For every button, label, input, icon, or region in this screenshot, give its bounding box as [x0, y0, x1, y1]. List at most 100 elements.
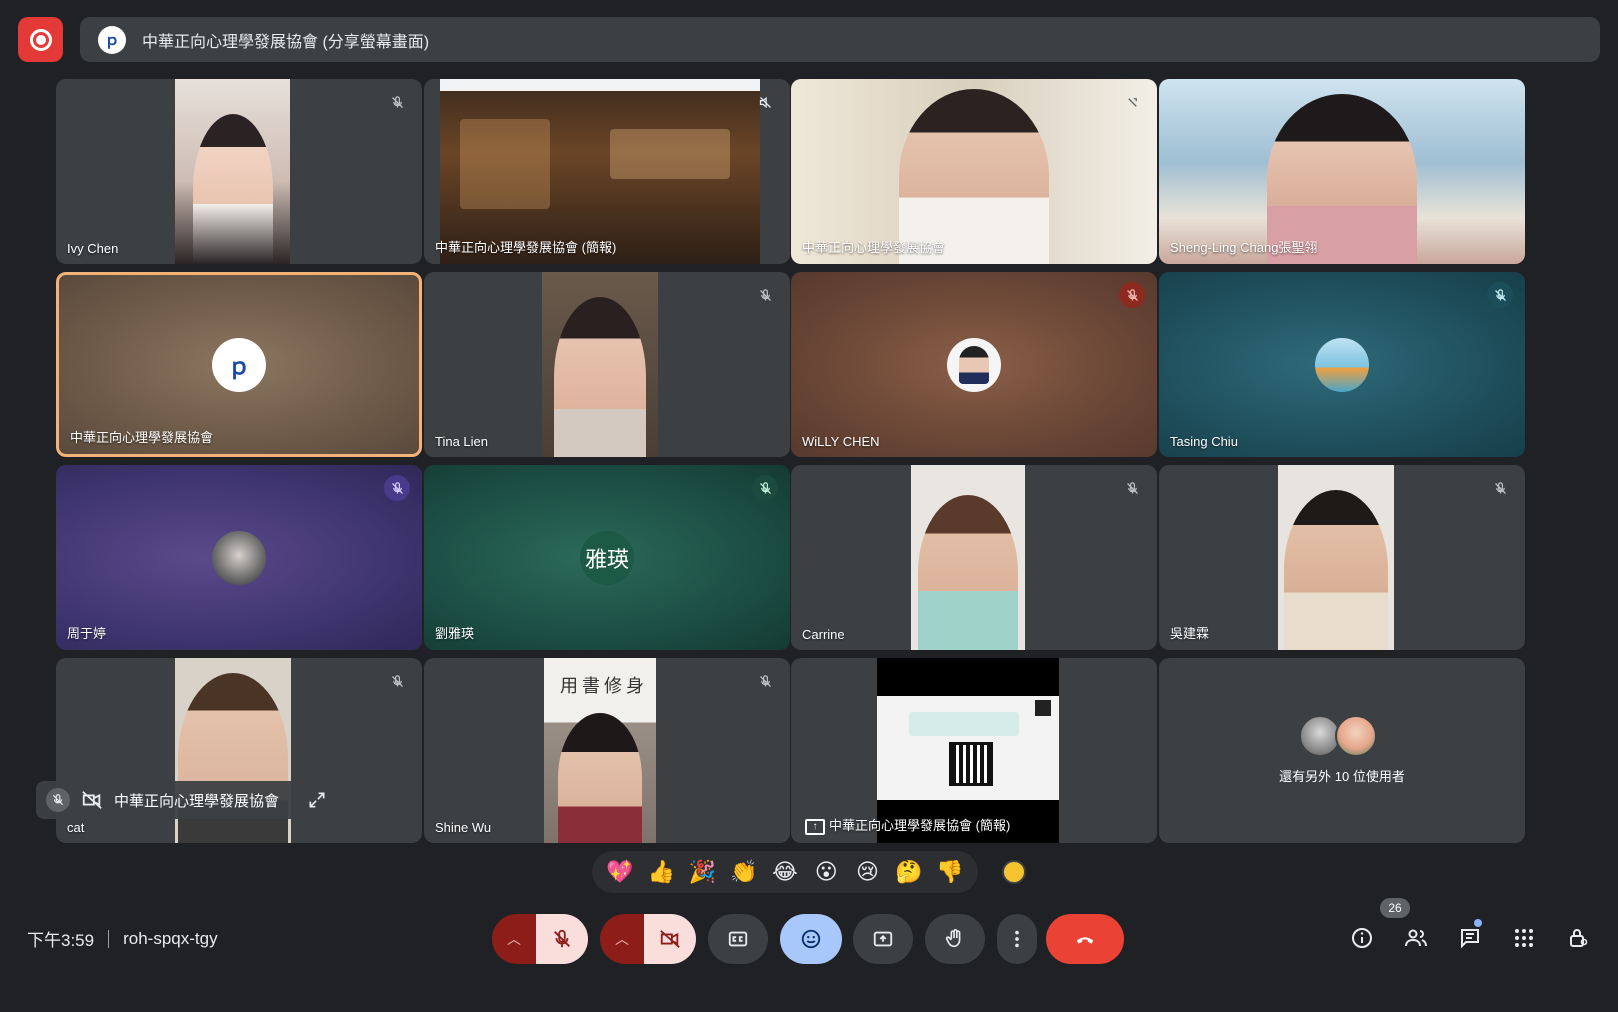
current-time: 下午3:59 — [27, 931, 95, 950]
avatar — [1315, 337, 1369, 392]
info-icon — [1352, 928, 1372, 948]
participant-name: 劉雅瑛 — [435, 626, 475, 641]
presentation-name: ↑ 中華正向心理學發展協會 (簡報) — [805, 815, 1010, 835]
muted-mic-icon — [1119, 282, 1145, 308]
closed-captions-icon — [728, 931, 748, 947]
participant-name: WiLLY CHEN — [802, 434, 880, 449]
chevron-up-icon: ︿ — [615, 931, 629, 947]
share-title: 中華正向心理學發展協會 (分享螢幕畫面) — [142, 33, 430, 51]
host-controls-lock-icon — [1570, 929, 1588, 947]
host-controls-button[interactable] — [1560, 920, 1596, 956]
participant-name: Tina Lien — [435, 434, 488, 449]
participant-tile[interactable]: 吳建霖 — [1159, 465, 1525, 650]
participant-video: 用書修身 — [544, 658, 656, 843]
reactions-bar: 💖 👍 🎉 👏 😂 😮 😢 🤔 👎 — [592, 851, 978, 893]
reaction-thumbs-down[interactable]: 👎 — [932, 861, 968, 883]
participant-name: 中華正向心理學發展協會 (簡報) — [435, 240, 617, 255]
people-icon — [1405, 929, 1427, 947]
meet-window: ｐ 中華正向心理學發展協會 (分享螢幕畫面) Ivy Chen 中華正向心理學發… — [0, 0, 1618, 1012]
participant-tile[interactable]: ↑ 中華正向心理學發展協會 (簡報) — [791, 658, 1157, 843]
muted-mic-icon — [1487, 475, 1513, 501]
captions-button[interactable] — [708, 914, 768, 964]
self-view-label: 中華正向心理學發展協會 — [114, 792, 280, 810]
participant-video — [1278, 465, 1394, 650]
muted-mic-icon — [1119, 475, 1145, 501]
participant-tile[interactable]: 周于婷 — [56, 465, 422, 650]
participant-video — [911, 465, 1025, 650]
reaction-crying[interactable]: 😢 — [850, 861, 886, 883]
participant-tile[interactable]: Sheng-Ling Chang張聖翎 — [1159, 79, 1525, 264]
reaction-sparkling-heart[interactable]: 💖 — [602, 861, 638, 883]
recording-button[interactable] — [18, 17, 63, 62]
more-participants-tile[interactable]: 還有另外 10 位使用者 — [1159, 658, 1525, 843]
organization-logo-icon: ｐ — [212, 337, 266, 392]
more-options-button[interactable] — [997, 914, 1037, 964]
people-button[interactable] — [1398, 920, 1434, 956]
participant-avatars — [1299, 715, 1383, 759]
smiley-icon — [801, 929, 821, 949]
video-options-button[interactable]: ︿ — [600, 914, 644, 964]
reaction-clapping[interactable]: 👏 — [726, 861, 762, 883]
participant-tile[interactable]: 雅瑛 劉雅瑛 — [424, 465, 790, 650]
skin-tone-selector[interactable] — [1002, 860, 1026, 884]
muted-mic-icon — [384, 89, 410, 115]
participant-name: cat — [67, 820, 85, 835]
participant-name: 中華正向心理學發展協會 — [70, 430, 214, 445]
record-icon — [29, 28, 52, 51]
meeting-details-button[interactable] — [1344, 920, 1380, 956]
participant-tile[interactable]: Carrine — [791, 465, 1157, 650]
participant-tile[interactable]: WiLLY CHEN — [791, 272, 1157, 457]
muted-mic-icon — [384, 475, 410, 501]
reaction-thumbs-up[interactable]: 👍 — [643, 861, 679, 883]
participant-video — [542, 272, 658, 457]
audio-options-button[interactable]: ︿ — [492, 914, 536, 964]
participant-name: Tasing Chiu — [1170, 434, 1238, 449]
chat-icon — [1461, 929, 1479, 949]
meeting-info: 下午3:59 roh-spqx-tgy — [27, 926, 218, 951]
meeting-code: roh-spqx-tgy — [123, 928, 218, 948]
apps-grid-icon — [1515, 929, 1533, 947]
reaction-thinking[interactable]: 🤔 — [891, 861, 927, 883]
avatar — [212, 530, 266, 585]
participant-tile[interactable]: 用書修身 Shine Wu — [424, 658, 790, 843]
leave-call-button[interactable] — [1046, 914, 1124, 964]
camera-off-icon[interactable] — [80, 788, 104, 812]
participant-tile[interactable]: Tasing Chiu — [1159, 272, 1525, 457]
participant-name: Ivy Chen — [67, 241, 119, 256]
participant-tile-active-speaker[interactable]: ｐ 中華正向心理學發展協會 — [56, 272, 422, 457]
participant-name: 周于婷 — [67, 626, 107, 641]
expand-icon[interactable] — [305, 788, 329, 812]
muted-mic-icon — [1487, 282, 1513, 308]
screen-share-banner[interactable]: ｐ 中華正向心理學發展協會 (分享螢幕畫面) — [80, 17, 1600, 62]
more-participants-label: 還有另外 10 位使用者 — [1279, 769, 1405, 784]
reactions-button[interactable] — [780, 914, 842, 964]
microphone-toggle-button[interactable] — [536, 914, 588, 964]
camera-toggle-button[interactable] — [644, 914, 696, 964]
participant-tile[interactable]: Tina Lien — [424, 272, 790, 457]
muted-speaker-icon — [752, 89, 778, 115]
self-view-bar[interactable]: 中華正向心理學發展協會 — [36, 781, 339, 819]
activities-button[interactable] — [1506, 920, 1542, 956]
raise-hand-icon — [945, 929, 961, 948]
organization-logo-icon: ｐ — [98, 25, 126, 54]
reaction-surprised[interactable]: 😮 — [808, 861, 844, 883]
participant-tile[interactable]: 中華正向心理學發展協會 — [791, 79, 1157, 264]
participant-name: Shine Wu — [435, 820, 492, 835]
muted-mic-icon — [752, 475, 778, 501]
pin-icon — [1119, 89, 1145, 115]
participant-name: 中華正向心理學發展協會 — [802, 240, 946, 255]
hang-up-icon — [1076, 937, 1094, 944]
raise-hand-button[interactable] — [925, 914, 985, 964]
participant-tile[interactable]: 中華正向心理學發展協會 (簡報) — [424, 79, 790, 264]
present-screen-icon — [873, 931, 893, 947]
muted-mic-icon[interactable] — [46, 788, 70, 812]
present-screen-button[interactable] — [853, 914, 913, 964]
participant-name: Carrine — [802, 627, 845, 642]
reaction-party-popper[interactable]: 🎉 — [685, 861, 721, 883]
participant-tile[interactable]: Ivy Chen — [56, 79, 422, 264]
participant-count-badge: 26 — [1380, 898, 1410, 918]
reaction-laughing[interactable]: 😂 — [767, 861, 803, 883]
muted-mic-icon — [752, 668, 778, 694]
participant-name: 吳建霖 — [1170, 626, 1210, 641]
chat-button[interactable] — [1452, 920, 1488, 956]
